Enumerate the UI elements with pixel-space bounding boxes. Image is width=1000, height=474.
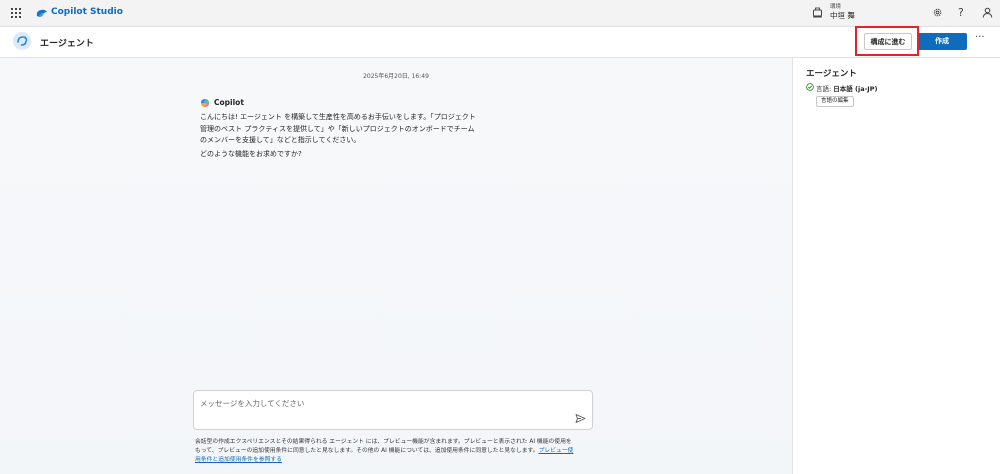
message-composer (193, 390, 593, 430)
create-button[interactable]: 作成 (917, 33, 967, 50)
copilot-logo-icon (201, 99, 209, 107)
configure-button[interactable]: 構成に進む (864, 33, 912, 50)
panel-title: エージェント (806, 69, 857, 79)
message-line: のメンバーを支援して」などと指示してください。 (200, 136, 361, 144)
gear-icon[interactable] (932, 7, 943, 18)
agent-avatar-icon (17, 36, 28, 46)
app-name[interactable]: Copilot Studio (51, 7, 123, 17)
environment-value[interactable]: 中垣 舞 (830, 10, 855, 21)
message-line: こんにちは! エージェント を構築して生産性を高めるお手伝いをします。「プロジェ… (200, 113, 476, 121)
language-value: 日本語 (ja-JP) (833, 85, 878, 93)
user-icon[interactable] (982, 7, 993, 18)
copilot-studio-logo-icon (36, 9, 47, 17)
waffle-icon[interactable] (11, 8, 21, 18)
agent-details-panel: エージェント 言語: 日本語 (ja-JP) 言語の編集 (792, 58, 1000, 474)
page-title: エージェント (40, 39, 94, 49)
environment-icon[interactable] (812, 7, 823, 18)
page-header: エージェント 構成に進む 作成 ··· (0, 27, 1000, 58)
message-line: どのような機能をお求めですか? (200, 150, 302, 158)
message-input[interactable] (200, 396, 560, 410)
disclaimer-text: 用条件と追加使用条件を参照する (195, 454, 282, 463)
message-line: 管理のベスト プラクティスを提供して」や「新しいプロジェクトのオンボードでチーム (200, 125, 475, 133)
help-icon[interactable]: ? (958, 6, 964, 19)
disclaimer-text: もって、プレビューの追加使用条件に同意したと見なします。その他の AI 機能につ… (195, 445, 573, 454)
terms-link[interactable]: 用条件と追加使用条件を参照する (195, 457, 282, 463)
chat-area: 2025年6月20日, 16:49 Copilot こんにちは! エージェント … (0, 58, 792, 474)
send-icon[interactable] (575, 413, 586, 424)
environment-label: 環境 (830, 4, 842, 10)
agent-avatar (13, 32, 31, 50)
chat-timestamp: 2025年6月20日, 16:49 (363, 73, 429, 80)
terms-link[interactable]: プレビュー使 (539, 448, 574, 454)
disclaimer-text: 会話型の作成エクスペリエンスとその結果得られる エージェント には、プレビュー機… (195, 439, 572, 445)
more-options-button[interactable]: ··· (975, 32, 985, 43)
top-bar: Copilot Studio 環境 中垣 舞 ? (0, 0, 1000, 27)
check-circle-icon (806, 83, 814, 91)
message-sender: Copilot (214, 98, 244, 107)
edit-language-button[interactable]: 言語の編集 (816, 96, 854, 107)
language-row: 言語: 日本語 (ja-JP) (816, 83, 877, 93)
language-label: 言語: (816, 85, 834, 93)
